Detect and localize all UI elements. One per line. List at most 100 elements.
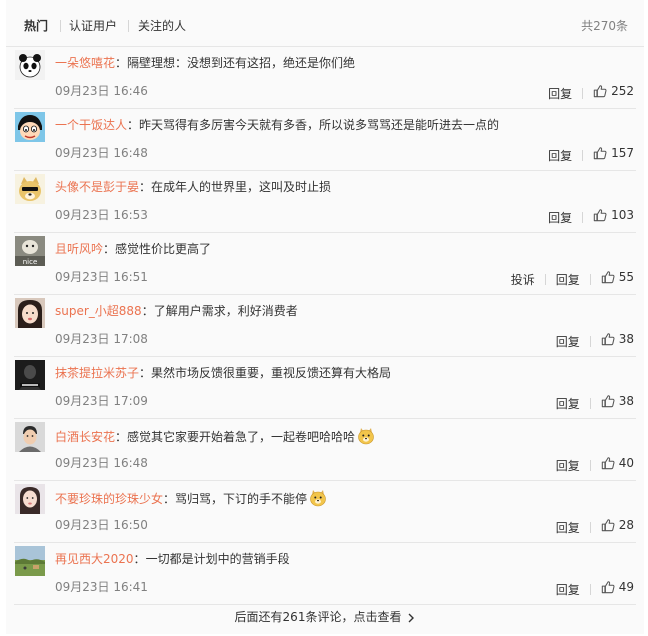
comment-text: 昨天骂得有多厉害今天就有多香，所以说多骂骂还是能听进去一点的	[139, 118, 500, 132]
reply-button[interactable]: 回复	[556, 273, 580, 287]
load-more-label: 后面还有261条评论，点击查看	[234, 610, 402, 624]
tab-hot[interactable]: 热门	[24, 19, 48, 33]
comment-time: 09月23日 16:51	[55, 270, 148, 284]
doge-emoji-icon	[357, 427, 375, 449]
comment-panel: 热门 认证用户 关注的人 共270条 一朵悠嘻花：隔壁理想：没想到还有这招，绝还…	[6, 0, 644, 634]
like-button[interactable]: 252	[593, 83, 634, 99]
like-count: 28	[618, 518, 634, 532]
comment-colon: ：	[163, 492, 176, 506]
comment-time: 09月23日 16:41	[55, 580, 148, 594]
action-divider	[544, 274, 546, 285]
reply-button[interactable]: 回复	[556, 335, 580, 349]
like-count: 157	[611, 146, 634, 160]
comment-colon: ：	[141, 304, 154, 318]
action-divider	[589, 336, 591, 347]
thumbs-up-icon	[601, 519, 615, 532]
comment-item: 再见西大2020：一切都是计划中的营销手段 09月23日 16:41 回复 49	[6, 543, 644, 605]
avatar[interactable]	[15, 546, 45, 576]
comment-username[interactable]: super_小超888	[55, 304, 142, 318]
avatar[interactable]	[15, 174, 45, 204]
like-button[interactable]: 38	[601, 393, 634, 409]
avatar[interactable]	[15, 360, 45, 390]
like-button[interactable]: 157	[593, 145, 634, 161]
reply-button[interactable]: 回复	[548, 87, 572, 101]
like-count: 55	[618, 270, 634, 284]
reply-button[interactable]: 回复	[548, 211, 572, 225]
comment-text: 感觉其它家要开始着急了，一起卷吧哈哈哈	[127, 430, 356, 444]
comment-colon: ：	[103, 242, 116, 256]
avatar[interactable]	[15, 298, 45, 328]
thumbs-up-icon	[601, 395, 615, 408]
like-count: 49	[618, 580, 634, 594]
comment-time: 09月23日 16:48	[55, 146, 148, 160]
thumbs-up-icon	[601, 457, 615, 470]
like-count: 40	[618, 456, 634, 470]
reply-button[interactable]: 回复	[556, 397, 580, 411]
avatar[interactable]	[15, 484, 45, 514]
thumbs-up-icon	[601, 271, 615, 284]
comment-item: super_小超888：了解用户需求，利好消费者 09月23日 17:08 回复…	[6, 295, 644, 357]
like-count: 252	[611, 84, 634, 98]
tab-divider	[60, 20, 61, 32]
like-button[interactable]: 55	[601, 269, 634, 285]
comment-time: 09月23日 16:46	[55, 84, 148, 98]
comment-username[interactable]: 一个干饭达人	[55, 118, 127, 132]
tab-verified-users[interactable]: 认证用户	[69, 19, 117, 33]
avatar-nice-text: nice	[23, 258, 38, 266]
comment-item: nice 且听风吟：感觉性价比更高了 09月23日 16:51 投诉 回复 55	[6, 233, 644, 295]
like-button[interactable]: 40	[601, 455, 634, 471]
action-divider	[589, 584, 591, 595]
reply-button[interactable]: 回复	[548, 149, 572, 163]
thumbs-up-icon	[593, 209, 607, 222]
tab-following[interactable]: 关注的人	[138, 19, 186, 33]
report-button[interactable]: 投诉	[511, 273, 535, 287]
avatar[interactable]	[15, 112, 45, 142]
avatar[interactable]	[15, 50, 45, 80]
comment-text: 骂归骂，下订的手不能停	[175, 492, 308, 506]
comment-time: 09月23日 17:08	[55, 332, 148, 346]
comment-text: 一切都是计划中的营销手段	[145, 552, 290, 566]
comment-text: 感觉性价比更高了	[115, 242, 212, 256]
comment-username[interactable]: 白酒长安花	[55, 430, 115, 444]
like-count: 38	[618, 332, 634, 346]
comment-colon: ：	[139, 180, 152, 194]
doge-emoji-icon	[309, 489, 327, 511]
comment-time: 09月23日 17:09	[55, 394, 148, 408]
action-divider	[589, 274, 591, 285]
like-button[interactable]: 49	[601, 579, 634, 595]
avatar[interactable]: nice	[15, 236, 45, 266]
avatar[interactable]	[15, 422, 45, 452]
action-divider	[589, 460, 591, 471]
like-button[interactable]: 38	[601, 331, 634, 347]
load-more-comments[interactable]: 后面还有261条评论，点击查看	[6, 600, 644, 634]
comment-colon: ：	[115, 56, 128, 70]
comment-time: 09月23日 16:53	[55, 208, 148, 222]
comment-username[interactable]: 头像不是彭于晏	[55, 180, 139, 194]
comment-username[interactable]: 不要珍珠的珍珠少女	[55, 492, 163, 506]
comment-time: 09月23日 16:48	[55, 456, 148, 470]
like-count: 103	[611, 208, 634, 222]
reply-button[interactable]: 回复	[556, 583, 580, 597]
comment-item: 抹茶提拉米苏子：果然市场反馈很重要，重视反馈还算有大格局 09月23日 17:0…	[6, 357, 644, 419]
like-button[interactable]: 28	[601, 517, 634, 533]
action-divider	[582, 88, 584, 99]
action-divider	[589, 398, 591, 409]
comment-item: 白酒长安花：感觉其它家要开始着急了，一起卷吧哈哈哈 09月23日 16:48 回…	[6, 419, 644, 481]
comment-username[interactable]: 且听风吟	[55, 242, 103, 256]
thumbs-up-icon	[601, 333, 615, 346]
comment-item: 不要珍珠的珍珠少女：骂归骂，下订的手不能停 09月23日 16:50 回复 28	[6, 481, 644, 543]
comment-item: 头像不是彭于晏：在成年人的世界里，这叫及时止损 09月23日 16:53 回复 1…	[6, 171, 644, 233]
comment-colon: ：	[133, 552, 146, 566]
comment-username[interactable]: 抹茶提拉米苏子	[55, 366, 139, 380]
comment-text: 果然市场反馈很重要，重视反馈还算有大格局	[151, 366, 392, 380]
comment-username[interactable]: 一朵悠嘻花	[55, 56, 115, 70]
comment-username[interactable]: 再见西大2020	[55, 552, 134, 566]
reply-button[interactable]: 回复	[556, 459, 580, 473]
comment-text: 隔壁理想：没想到还有这招，绝还是你们绝	[127, 56, 356, 70]
chevron-right-icon	[407, 602, 415, 636]
reply-button[interactable]: 回复	[556, 521, 580, 535]
like-button[interactable]: 103	[593, 207, 634, 223]
thumbs-up-icon	[593, 147, 607, 160]
action-divider	[589, 522, 591, 533]
action-divider	[582, 212, 584, 223]
